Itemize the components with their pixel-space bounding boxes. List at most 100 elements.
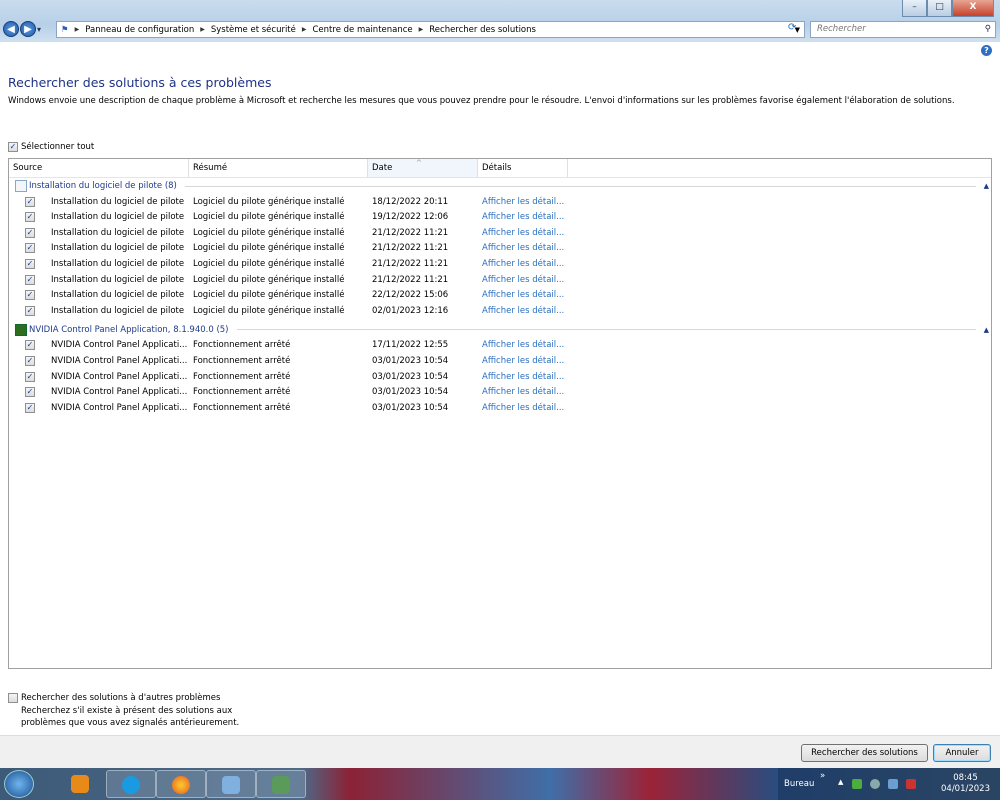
volume-icon[interactable] bbox=[906, 779, 916, 789]
other-problems-checkbox[interactable]: Rechercher des solutions à d'autres prob… bbox=[8, 693, 239, 703]
group-header[interactable]: Installation du logiciel de pilote (8) ▲ bbox=[15, 179, 991, 193]
taskbar-skype[interactable] bbox=[106, 770, 156, 798]
tray-icon[interactable] bbox=[870, 779, 880, 789]
row-checkbox[interactable]: ✓ bbox=[25, 243, 35, 254]
minimize-button[interactable]: – bbox=[902, 0, 927, 17]
details-link[interactable]: Afficher les détail... bbox=[482, 243, 564, 253]
table-row[interactable]: ✓ NVIDIA Control Panel Applicati... Foncti… bbox=[9, 385, 991, 400]
details-link[interactable]: Afficher les détail... bbox=[482, 290, 564, 300]
collapse-icon[interactable]: ▲ bbox=[984, 182, 989, 190]
summary-cell: Fonctionnement arrêté bbox=[193, 340, 291, 351]
column-header-source[interactable]: Source bbox=[9, 159, 189, 177]
breadcrumb-item[interactable]: Rechercher des solutions bbox=[429, 25, 536, 35]
tray-icon[interactable] bbox=[852, 779, 862, 789]
show-hidden-icons[interactable]: ▲ bbox=[838, 778, 843, 786]
breadcrumb-item[interactable]: Panneau de configuration bbox=[85, 25, 194, 35]
table-row[interactable]: ✓ Installation du logiciel de pilote Logic… bbox=[9, 225, 991, 240]
row-checkbox[interactable]: ✓ bbox=[25, 371, 35, 382]
row-checkbox[interactable]: ✓ bbox=[25, 305, 35, 316]
details-link[interactable]: Afficher les détail... bbox=[482, 306, 564, 316]
table-row[interactable]: ✓ Installation du logiciel de pilote Logic… bbox=[9, 194, 991, 209]
problems-table: Source Résumé Date ^ Détails Installation… bbox=[8, 158, 992, 669]
start-button[interactable] bbox=[4, 770, 34, 798]
breadcrumb-item[interactable]: Centre de maintenance bbox=[313, 25, 413, 35]
address-bar[interactable]: ⚑ ▶ Panneau de configuration ▶ Système et … bbox=[56, 21, 805, 38]
maximize-button[interactable]: □ bbox=[927, 0, 952, 17]
row-checkbox[interactable]: ✓ bbox=[25, 290, 35, 301]
row-checkbox[interactable]: ✓ bbox=[25, 274, 35, 285]
source-cell: NVIDIA Control Panel Applicati... bbox=[51, 371, 188, 382]
summary-cell: Logiciel du pilote générique installé bbox=[193, 258, 345, 269]
taskbar-control-panel[interactable] bbox=[206, 770, 256, 798]
column-header-date[interactable]: Date ^ bbox=[368, 159, 478, 177]
collapse-icon[interactable]: ▲ bbox=[984, 326, 989, 334]
details-link[interactable]: Afficher les détail... bbox=[482, 228, 564, 238]
date-cell: 02/01/2023 12:16 bbox=[372, 305, 449, 316]
details-link[interactable]: Afficher les détail... bbox=[482, 259, 564, 269]
summary-cell: Fonctionnement arrêté bbox=[193, 387, 291, 398]
row-checkbox[interactable]: ✓ bbox=[25, 355, 35, 366]
close-button[interactable]: X bbox=[952, 0, 994, 17]
summary-cell: Logiciel du pilote générique installé bbox=[193, 227, 345, 238]
date-cell: 03/01/2023 10:54 bbox=[372, 355, 449, 366]
row-checkbox[interactable]: ✓ bbox=[25, 196, 35, 207]
taskbar-media-player[interactable] bbox=[56, 770, 106, 798]
refresh-icon[interactable]: ⟳ bbox=[788, 22, 796, 33]
column-header-summary[interactable]: Résumé bbox=[189, 159, 368, 177]
source-cell: Installation du logiciel de pilote bbox=[51, 196, 185, 207]
details-link[interactable]: Afficher les détail... bbox=[482, 340, 564, 350]
row-checkbox[interactable]: ✓ bbox=[25, 340, 35, 351]
details-link[interactable]: Afficher les détail... bbox=[482, 372, 564, 382]
row-checkbox[interactable]: ✓ bbox=[25, 258, 35, 269]
row-checkbox[interactable]: ✓ bbox=[25, 402, 35, 413]
row-checkbox[interactable]: ✓ bbox=[25, 387, 35, 398]
date-cell: 21/12/2022 11:21 bbox=[372, 227, 449, 238]
cancel-button[interactable]: Annuler bbox=[933, 744, 991, 762]
search-input[interactable]: Rechercher ⚲ bbox=[810, 21, 996, 38]
help-icon[interactable]: ? bbox=[981, 45, 992, 56]
table-row[interactable]: ✓ Installation du logiciel de pilote Logic… bbox=[9, 241, 991, 256]
back-button[interactable]: ◀ bbox=[3, 21, 19, 37]
page-title: Rechercher des solutions à ces problèmes bbox=[8, 75, 272, 90]
forward-button[interactable]: ▶ bbox=[20, 21, 36, 37]
details-link[interactable]: Afficher les détail... bbox=[482, 197, 564, 207]
select-all-checkbox[interactable]: ✓ Sélectionner tout bbox=[8, 142, 94, 152]
column-header-details[interactable]: Détails bbox=[478, 159, 568, 177]
details-link[interactable]: Afficher les détail... bbox=[482, 275, 564, 285]
row-checkbox[interactable]: ✓ bbox=[25, 212, 35, 223]
source-cell: NVIDIA Control Panel Applicati... bbox=[51, 355, 188, 366]
system-tray: Bureau » ▲ 08:45 04/01/2023 bbox=[778, 768, 1000, 800]
search-icon[interactable]: ⚲ bbox=[985, 22, 991, 37]
details-link[interactable]: Afficher les détail... bbox=[482, 212, 564, 222]
footer-bar: Rechercher des solutions Annuler bbox=[0, 735, 1000, 768]
table-row[interactable]: ✓ Installation du logiciel de pilote Logic… bbox=[9, 288, 991, 303]
history-dropdown-icon[interactable]: ▾ bbox=[37, 25, 41, 34]
table-row[interactable]: ✓ Installation du logiciel de pilote Logic… bbox=[9, 256, 991, 271]
flag-icon: ⚑ bbox=[61, 24, 69, 35]
table-row[interactable]: ✓ NVIDIA Control Panel Applicati... Foncti… bbox=[9, 338, 991, 353]
table-row[interactable]: ✓ NVIDIA Control Panel Applicati... Foncti… bbox=[9, 353, 991, 368]
details-link[interactable]: Afficher les détail... bbox=[482, 387, 564, 397]
toolbar-chevron-icon[interactable]: » bbox=[820, 771, 825, 781]
source-cell: NVIDIA Control Panel Applicati... bbox=[51, 387, 188, 398]
details-link[interactable]: Afficher les détail... bbox=[482, 403, 564, 413]
breadcrumb-item[interactable]: Système et sécurité bbox=[211, 25, 296, 35]
page-description: Windows envoie une description de chaque… bbox=[8, 96, 955, 106]
other-problems-description: Recherchez s'il existe à présent des sol… bbox=[21, 706, 233, 716]
search-solutions-button[interactable]: Rechercher des solutions bbox=[801, 744, 928, 762]
table-row[interactable]: ✓ Installation du logiciel de pilote Logic… bbox=[9, 272, 991, 287]
taskbar-app[interactable] bbox=[256, 770, 306, 798]
table-row[interactable]: ✓ NVIDIA Control Panel Applicati... Foncti… bbox=[9, 400, 991, 415]
date-cell: 03/01/2023 10:54 bbox=[372, 371, 449, 382]
table-row[interactable]: ✓ Installation du logiciel de pilote Logic… bbox=[9, 303, 991, 318]
taskbar-firefox[interactable] bbox=[156, 770, 206, 798]
network-icon[interactable] bbox=[888, 779, 898, 789]
table-row[interactable]: ✓ NVIDIA Control Panel Applicati... Foncti… bbox=[9, 369, 991, 384]
table-row[interactable]: ✓ Installation du logiciel de pilote Logic… bbox=[9, 210, 991, 225]
clock[interactable]: 08:45 04/01/2023 bbox=[941, 773, 990, 795]
group-header[interactable]: NVIDIA Control Panel Application, 8.1.94… bbox=[15, 323, 991, 337]
desktop-toolbar[interactable]: Bureau bbox=[784, 779, 814, 789]
group-title: NVIDIA Control Panel Application, 8.1.94… bbox=[29, 324, 229, 335]
details-link[interactable]: Afficher les détail... bbox=[482, 356, 564, 366]
row-checkbox[interactable]: ✓ bbox=[25, 227, 35, 238]
